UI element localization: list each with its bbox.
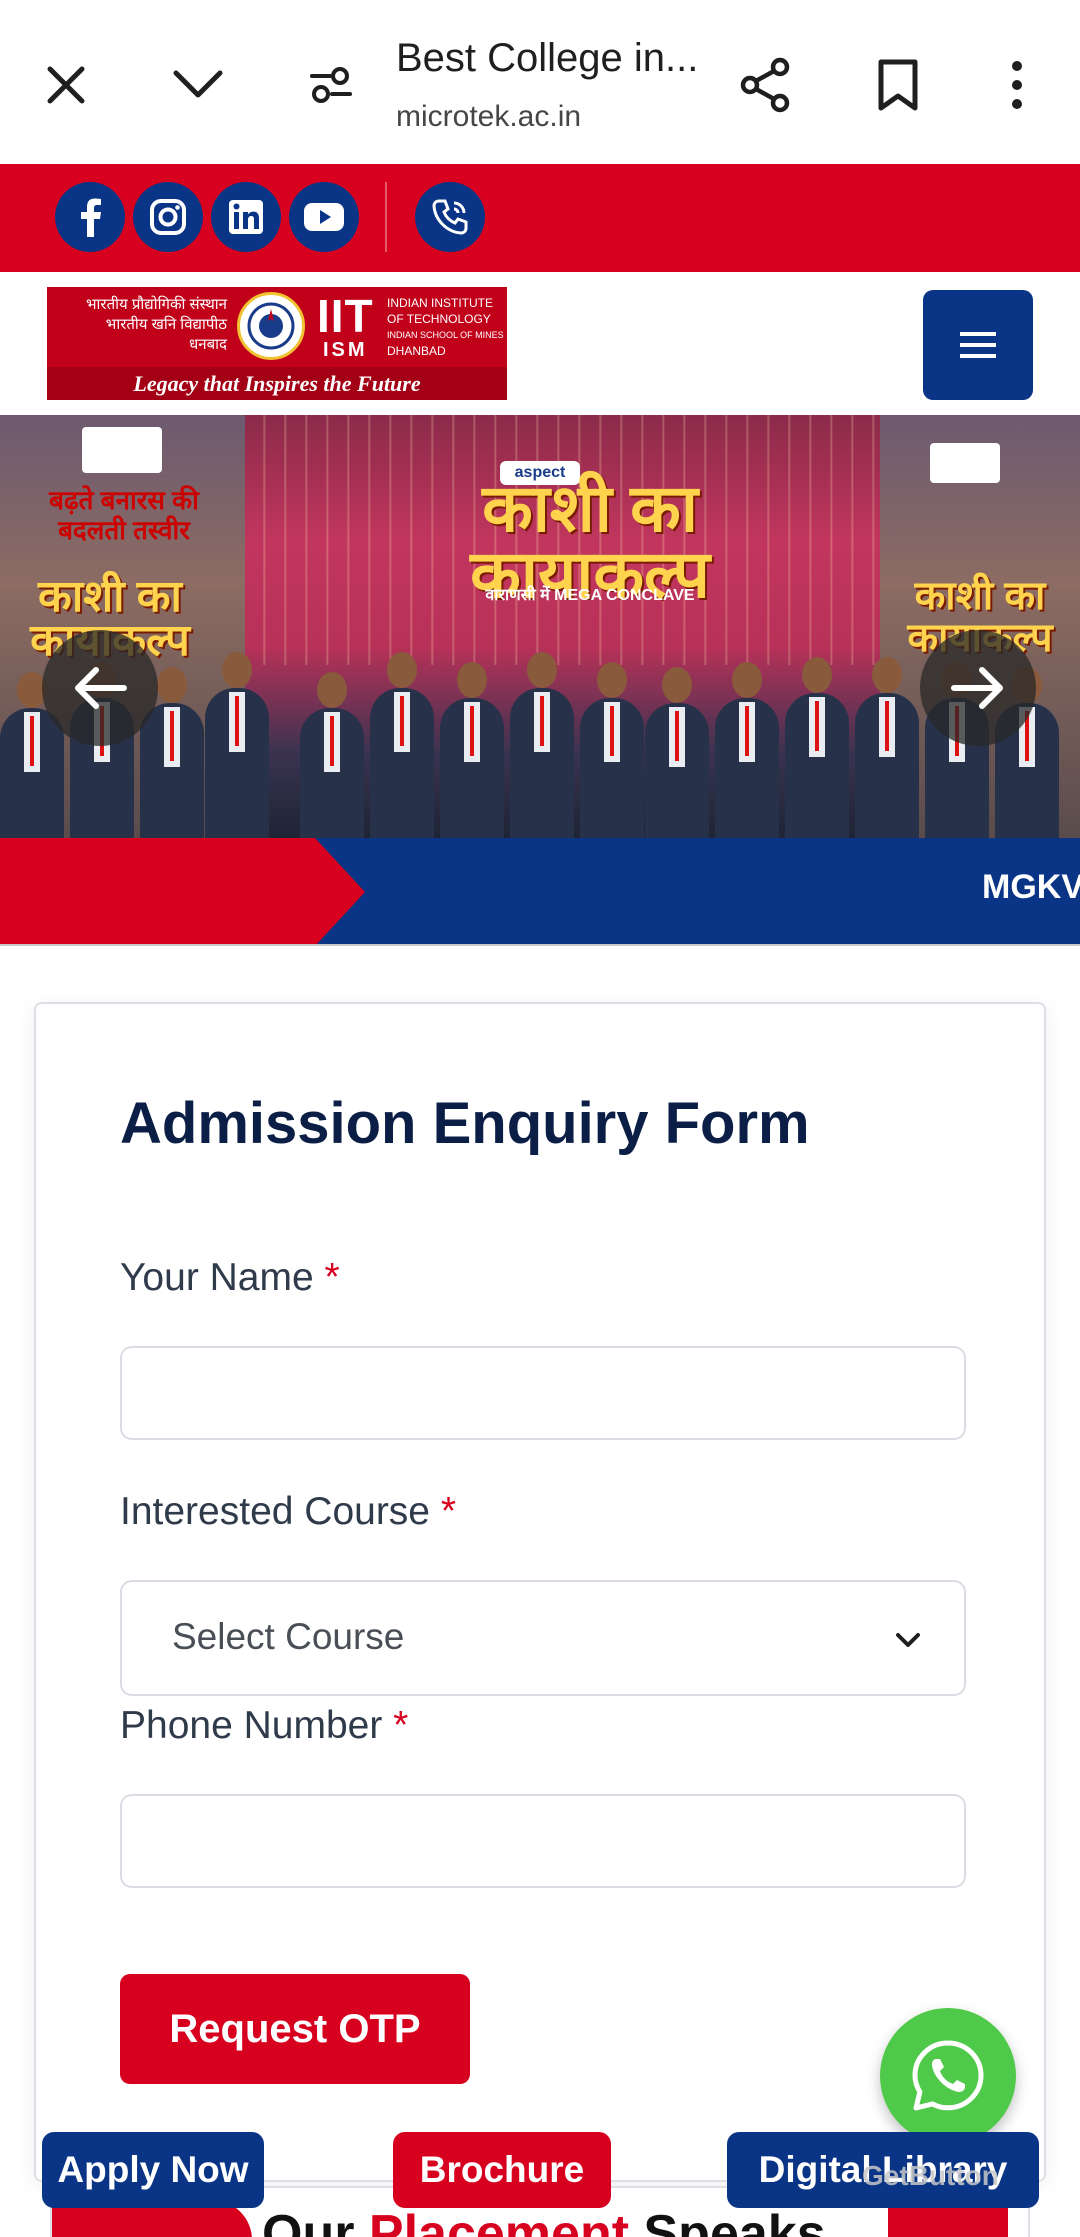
browser-toolbar: Best College in... microtek.ac.in bbox=[0, 0, 1080, 164]
hamburger-menu-button[interactable] bbox=[923, 290, 1033, 400]
brochure-button[interactable]: Brochure bbox=[393, 2132, 611, 2208]
bharat-express-logo bbox=[82, 427, 162, 473]
course-label: Interested Course * bbox=[120, 1490, 457, 1533]
bookmark-icon[interactable] bbox=[863, 50, 933, 120]
youtube-icon[interactable] bbox=[289, 182, 359, 252]
chevron-down-icon bbox=[896, 1633, 920, 1647]
ticker-flag bbox=[0, 838, 365, 944]
ticker-text[interactable]: MGKV bbox=[982, 868, 1080, 907]
linkedin-icon[interactable] bbox=[211, 182, 281, 252]
site-settings-icon[interactable] bbox=[296, 50, 366, 120]
institute-logo[interactable]: भारतीय प्रौद्योगिकी संस्थान भारतीय खनि व… bbox=[47, 287, 507, 400]
required-mark: * bbox=[440, 1490, 457, 1533]
admission-enquiry-form: Admission Enquiry Form Your Name * Inter… bbox=[34, 1002, 1046, 2182]
course-select[interactable]: Select Course bbox=[120, 1580, 966, 1696]
arrow-right-icon bbox=[951, 667, 1003, 709]
hero-slider[interactable]: बढ़ते बनारस की बदलती तस्वीर काशी का काया… bbox=[0, 415, 1080, 838]
hero-left-text: बढ़ते बनारस की बदलती तस्वीर bbox=[49, 485, 199, 545]
logo-ism: ISM bbox=[323, 339, 368, 361]
name-input[interactable] bbox=[120, 1346, 966, 1440]
logo-tagline: Legacy that Inspires the Future bbox=[47, 367, 507, 400]
logo-english-text: INDIAN INSTITUTE OF TECHNOLOGY INDIAN SC… bbox=[387, 296, 504, 358]
share-icon[interactable] bbox=[731, 50, 801, 120]
getbutton-watermark: GetButton bbox=[862, 2160, 999, 2191]
required-mark: * bbox=[393, 1704, 409, 1747]
form-title: Admission Enquiry Form bbox=[120, 1091, 810, 1156]
close-icon[interactable] bbox=[31, 50, 101, 120]
seal-icon bbox=[237, 292, 305, 360]
news-ticker[interactable]: MGKV bbox=[0, 838, 1080, 946]
arrow-left-icon bbox=[75, 667, 127, 709]
course-select-value: Select Course bbox=[172, 1616, 405, 1657]
chevron-down-icon[interactable] bbox=[163, 50, 233, 120]
site-header: भारतीय प्रौद्योगिकी संस्थान भारतीय खनि व… bbox=[0, 272, 1080, 415]
name-label: Your Name * bbox=[120, 1256, 340, 1299]
slider-next-button[interactable] bbox=[920, 630, 1036, 746]
whatsapp-button[interactable] bbox=[880, 2008, 1016, 2144]
logo-hindi-text: भारतीय प्रौद्योगिकी संस्थान भारतीय खनि व… bbox=[86, 296, 227, 353]
instagram-icon[interactable] bbox=[133, 182, 203, 252]
menu-icon bbox=[960, 332, 996, 358]
phone-icon[interactable] bbox=[415, 182, 485, 252]
hero-subtitle: वाराणसी में MEGA CONCLAVE bbox=[485, 587, 695, 604]
apply-now-button[interactable]: Apply Now bbox=[42, 2132, 264, 2208]
hero-photo-people bbox=[0, 652, 1080, 838]
facebook-icon[interactable] bbox=[55, 182, 125, 252]
whatsapp-icon bbox=[912, 2040, 984, 2111]
required-mark: * bbox=[324, 1256, 340, 1299]
placement-title: Our Placement Speaks bbox=[262, 2205, 826, 2237]
slider-prev-button[interactable] bbox=[42, 630, 158, 746]
logo-iit: IIT bbox=[317, 290, 374, 342]
more-options-icon[interactable] bbox=[982, 50, 1052, 120]
divider bbox=[385, 182, 387, 252]
phone-input[interactable] bbox=[120, 1794, 966, 1888]
phone-label: Phone Number * bbox=[120, 1704, 409, 1747]
social-bar bbox=[0, 164, 1080, 272]
page-url[interactable]: microtek.ac.in bbox=[396, 100, 581, 134]
request-otp-button[interactable]: Request OTP bbox=[120, 1974, 470, 2084]
page-title[interactable]: Best College in... bbox=[396, 36, 698, 81]
